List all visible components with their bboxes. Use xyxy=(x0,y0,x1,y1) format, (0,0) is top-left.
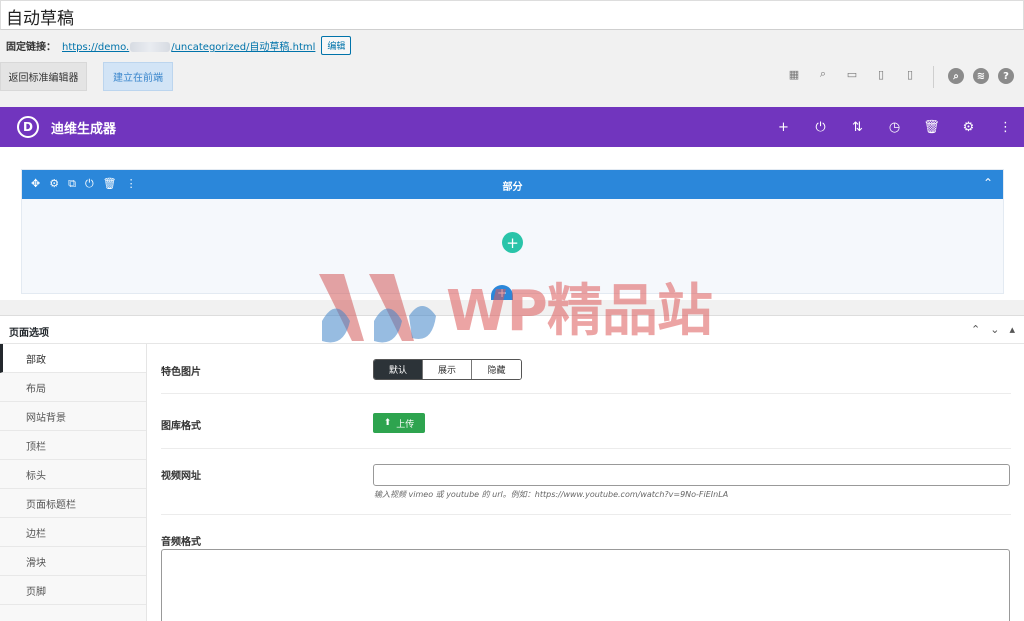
featured-image-label: 特色图片 xyxy=(161,367,201,378)
editor-page: 自动草稿 固定链接： https://demo. /uncategorized/自… xyxy=(0,0,1024,621)
help-icon[interactable]: ? xyxy=(998,68,1014,84)
tab-item[interactable]: 顶栏 xyxy=(0,431,146,460)
tab-item[interactable]: 边栏 xyxy=(0,518,146,547)
wireframe-view-icon[interactable]: ▦ xyxy=(788,68,800,81)
back-to-standard-editor-button[interactable]: 返回标准编辑器 xyxy=(0,62,87,91)
audio-format-label: 音频格式 xyxy=(161,537,201,548)
tab-item[interactable]: 滑块 xyxy=(0,547,146,576)
trash-icon[interactable]: 🗑 xyxy=(923,118,940,136)
page-options-header: 页面选项 ⌃ ⌄ ▴ xyxy=(0,316,1024,344)
divider xyxy=(161,393,1011,394)
gallery-format-label: 图库格式 xyxy=(161,421,201,432)
divi-actions: + ⏻ ⇅ ◷ 🗑 ⚙ ⋮ xyxy=(776,118,1013,136)
move-up-icon[interactable]: ⌃ xyxy=(971,323,980,336)
sort-icon[interactable]: ⇅ xyxy=(850,118,865,136)
video-url-label: 视频网址 xyxy=(161,471,201,482)
permalink-edit-button[interactable]: 编辑 xyxy=(321,36,352,55)
featured-show-option[interactable]: 展示 xyxy=(423,360,472,379)
upload-label: 上传 xyxy=(396,419,415,430)
post-title-field[interactable]: 自动草稿 xyxy=(0,0,1024,30)
tab-item[interactable]: 网站背景 xyxy=(0,402,146,431)
search-icon[interactable]: ⌕ xyxy=(948,68,964,84)
more-icon[interactable]: ⋮ xyxy=(998,118,1013,136)
builder-canvas: ✥ ⚙ ⧉ ⏻ 🗑 ⋮ 部分 ⌃ + xyxy=(0,147,1024,300)
chevron-up-icon[interactable]: ⌃ xyxy=(983,176,993,190)
zoom-icon[interactable]: ⌕ xyxy=(817,67,829,80)
permalink-url-end[interactable]: /uncategorized/自动草稿.html xyxy=(171,42,315,53)
page-options-metabox: 页面选项 ⌃ ⌄ ▴ 部政 布局 网站背景 顶栏 标头 页面标题栏 边栏 滑块 … xyxy=(0,315,1024,621)
metabox-controls: ⌃ ⌄ ▴ xyxy=(971,323,1015,336)
audio-format-textarea[interactable] xyxy=(161,549,1010,621)
build-on-frontend-button[interactable]: 建立在前端 xyxy=(103,62,173,91)
tab-item[interactable]: 标头 xyxy=(0,460,146,489)
add-section-button[interactable]: + xyxy=(491,285,513,300)
section-header[interactable]: ✥ ⚙ ⧉ ⏻ 🗑 ⋮ 部分 ⌃ xyxy=(22,170,1003,199)
phone-view-icon[interactable]: ▯ xyxy=(904,68,916,81)
divider xyxy=(161,514,1011,515)
upload-icon: ⬆ xyxy=(383,418,392,428)
toggle-panel-icon[interactable]: ▴ xyxy=(1009,323,1015,336)
featured-default-option[interactable]: 默认 xyxy=(374,360,423,379)
featured-image-toggle: 默认 展示 隐藏 xyxy=(373,359,522,380)
divider xyxy=(161,448,1011,449)
power-icon[interactable]: ⏻ xyxy=(813,118,828,136)
builder-section: ✥ ⚙ ⧉ ⏻ 🗑 ⋮ 部分 ⌃ + xyxy=(21,169,1004,294)
toolbar-divider xyxy=(933,66,934,88)
page-options-tabs: 部政 布局 网站背景 顶栏 标头 页面标题栏 边栏 滑块 页脚 xyxy=(0,344,147,621)
permalink-label: 固定链接： xyxy=(6,42,56,53)
add-row-button[interactable]: + xyxy=(502,232,523,253)
layers-icon[interactable]: ≋ xyxy=(973,68,989,84)
tab-item[interactable]: 部政 xyxy=(0,344,146,373)
tablet-view-icon[interactable]: ▯ xyxy=(875,68,887,81)
divi-builder-title: 迪维生成器 xyxy=(51,122,117,137)
move-down-icon[interactable]: ⌄ xyxy=(990,323,999,336)
video-url-input[interactable] xyxy=(373,464,1010,486)
upload-button[interactable]: ⬆ 上传 xyxy=(373,413,425,433)
permalink-row: 固定链接： https://demo. /uncategorized/自动草稿.h… xyxy=(6,36,352,55)
view-mode-icons: ▦ ⌕ ▭ ▯ ▯ xyxy=(788,67,916,81)
permalink-url-start[interactable]: https://demo. xyxy=(62,42,129,53)
permalink-blur xyxy=(130,42,171,52)
gear-icon[interactable]: ⚙ xyxy=(961,118,976,136)
history-icon[interactable]: ◷ xyxy=(887,118,902,136)
video-url-hint: 输入视频 vimeo 或 youtube 的 url。例如：https://ww… xyxy=(374,490,729,499)
builder-toolbar: 返回标准编辑器 建立在前端 ▦ ⌕ ▭ ▯ ▯ ⌕ ≋ ? xyxy=(0,60,1024,96)
tab-item[interactable]: 页脚 xyxy=(0,576,146,605)
utility-icons: ⌕ ≋ ? xyxy=(948,68,1014,84)
post-title[interactable]: 自动草稿 xyxy=(6,4,74,29)
featured-hide-option[interactable]: 隐藏 xyxy=(472,360,521,379)
permalink-link[interactable]: https://demo. /uncategorized/自动草稿.html xyxy=(62,38,315,53)
desktop-view-icon[interactable]: ▭ xyxy=(846,68,858,81)
divi-logo-icon: D xyxy=(17,116,39,138)
add-icon[interactable]: + xyxy=(776,118,791,136)
tab-item[interactable]: 页面标题栏 xyxy=(0,489,146,518)
page-options-title: 页面选项 xyxy=(9,328,49,339)
tab-item[interactable]: 布局 xyxy=(0,373,146,402)
section-title: 部分 xyxy=(502,182,523,193)
divi-builder-bar: D 迪维生成器 + ⏻ ⇅ ◷ 🗑 ⚙ ⋮ xyxy=(0,107,1024,147)
